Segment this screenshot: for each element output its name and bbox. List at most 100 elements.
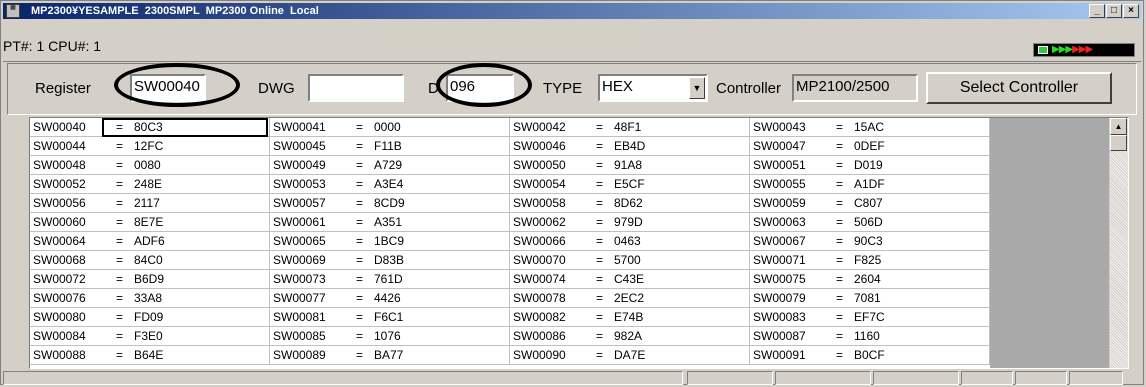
register-value[interactable]: 48F1	[614, 118, 641, 136]
register-value[interactable]: 506D	[854, 213, 883, 231]
register-value[interactable]: 982A	[614, 327, 642, 345]
register-cell[interactable]: SW00058 = 8D62	[510, 194, 750, 213]
register-cell[interactable]: SW00052 = 248E	[30, 175, 270, 194]
register-value[interactable]: 8CD9	[374, 194, 405, 212]
register-cell[interactable]: SW00077 = 4426	[270, 289, 510, 308]
register-value[interactable]: B64E	[134, 346, 163, 364]
chevron-down-icon[interactable]: ▼	[689, 77, 705, 99]
register-cell[interactable]: SW00082 = E74B	[510, 308, 750, 327]
register-value[interactable]: C43E	[614, 270, 644, 288]
register-value[interactable]: 84C0	[134, 251, 163, 269]
register-value[interactable]: A729	[374, 156, 402, 174]
register-cell[interactable]: SW00062 = 979D	[510, 213, 750, 232]
register-cell[interactable]: SW00050 = 91A8	[510, 156, 750, 175]
register-value[interactable]: 5700	[614, 251, 641, 269]
title-bar[interactable]: ▦ MP2300¥YESAMPLE 2300SMPL MP2300 Online…	[3, 3, 1141, 19]
register-value[interactable]: FD09	[134, 308, 163, 326]
register-value[interactable]: F825	[854, 251, 881, 269]
register-cell[interactable]: SW00087 = 1160	[750, 327, 990, 346]
register-cell[interactable]: SW00049 = A729	[270, 156, 510, 175]
register-cell[interactable]: SW00044 = 12FC	[30, 137, 270, 156]
register-cell[interactable]: SW00075 = 2604	[750, 270, 990, 289]
register-cell[interactable]: SW00046 = EB4D	[510, 137, 750, 156]
maximize-button[interactable]: □	[1106, 4, 1122, 18]
register-cell[interactable]: SW00043 = 15AC	[750, 118, 990, 137]
register-value[interactable]: 1160	[854, 327, 880, 345]
register-value[interactable]: 979D	[614, 213, 643, 231]
register-value[interactable]: 4426	[374, 289, 401, 307]
close-button[interactable]: ×	[1123, 4, 1139, 18]
register-value[interactable]: 91A8	[614, 156, 642, 174]
register-value[interactable]: 0DEF	[854, 137, 885, 155]
register-cell[interactable]: SW00070 = 5700	[510, 251, 750, 270]
register-cell[interactable]: SW00063 = 506D	[750, 213, 990, 232]
register-cell[interactable]: SW00088 = B64E	[30, 346, 270, 365]
register-cell[interactable]: SW00065 = 1BC9	[270, 232, 510, 251]
register-cell[interactable]: SW00048 = 0080	[30, 156, 270, 175]
register-value[interactable]: 8D62	[614, 194, 643, 212]
register-cell[interactable]: SW00045 = F11B	[270, 137, 510, 156]
register-value[interactable]: 1BC9	[374, 232, 404, 250]
register-cell[interactable]: SW00066 = 0463	[510, 232, 750, 251]
register-cell[interactable]: SW00074 = C43E	[510, 270, 750, 289]
register-cell[interactable]: SW00090 = DA7E	[510, 346, 750, 365]
register-value[interactable]: 15AC	[854, 118, 884, 136]
register-value[interactable]: C807	[854, 194, 883, 212]
minimize-button[interactable]: _	[1089, 4, 1105, 18]
register-value[interactable]: B0CF	[854, 346, 885, 364]
register-value[interactable]: A351	[374, 213, 402, 231]
register-cell[interactable]: SW00073 = 761D	[270, 270, 510, 289]
register-cell[interactable]: SW00068 = 84C0	[30, 251, 270, 270]
register-cell[interactable]: SW00053 = A3E4	[270, 175, 510, 194]
register-value[interactable]: 2604	[854, 270, 881, 288]
register-value[interactable]: 248E	[134, 175, 162, 193]
register-cell[interactable]: SW00079 = 7081	[750, 289, 990, 308]
register-cell[interactable]: SW00072 = B6D9	[30, 270, 270, 289]
register-value[interactable]: 12FC	[134, 137, 163, 155]
register-value[interactable]: 0000	[374, 118, 401, 136]
register-cell[interactable]: SW00083 = EF7C	[750, 308, 990, 327]
type-select[interactable]: HEX ▼	[598, 74, 708, 102]
register-value[interactable]: 7081	[854, 289, 881, 307]
register-cell[interactable]: SW00055 = A1DF	[750, 175, 990, 194]
register-cell[interactable]: SW00051 = D019	[750, 156, 990, 175]
register-value[interactable]: A1DF	[854, 175, 885, 193]
register-cell[interactable]: SW00042 = 48F1	[510, 118, 750, 137]
register-cell[interactable]: SW00056 = 2117	[30, 194, 270, 213]
register-cell[interactable]: SW00080 = FD09	[30, 308, 270, 327]
register-cell[interactable]: SW00057 = 8CD9	[270, 194, 510, 213]
register-cell[interactable]: SW00054 = E5CF	[510, 175, 750, 194]
register-cell[interactable]: SW00091 = B0CF	[750, 346, 990, 365]
register-cell[interactable]: SW00060 = 8E7E	[30, 213, 270, 232]
scroll-up-icon[interactable]: ▲	[1110, 118, 1127, 135]
register-value[interactable]: EF7C	[854, 308, 885, 326]
register-value[interactable]: A3E4	[374, 175, 403, 193]
register-value[interactable]: 761D	[374, 270, 403, 288]
register-value[interactable]: 0080	[134, 156, 161, 174]
register-value[interactable]: D019	[854, 156, 883, 174]
register-value[interactable]: E5CF	[614, 175, 645, 193]
register-value[interactable]: E74B	[614, 308, 643, 326]
register-cell[interactable]: SW00086 = 982A	[510, 327, 750, 346]
dwg-input[interactable]	[308, 74, 404, 102]
register-value[interactable]: 90C3	[854, 232, 883, 250]
register-cell[interactable]: SW00085 = 1076	[270, 327, 510, 346]
register-cell[interactable]: SW00071 = F825	[750, 251, 990, 270]
register-value[interactable]: B6D9	[134, 270, 164, 288]
register-value[interactable]: 33A8	[134, 289, 162, 307]
register-value[interactable]: D83B	[374, 251, 404, 269]
app-logo-icon[interactable]: ▦	[6, 4, 20, 18]
register-cell[interactable]: SW00064 = ADF6	[30, 232, 270, 251]
register-cell[interactable]: SW00067 = 90C3	[750, 232, 990, 251]
register-cell[interactable]: SW00084 = F3E0	[30, 327, 270, 346]
select-controller-button[interactable]: Select Controller	[926, 72, 1112, 104]
register-value[interactable]: BA77	[374, 346, 403, 364]
register-value[interactable]: F11B	[374, 137, 402, 155]
scroll-thumb[interactable]	[1110, 135, 1127, 151]
register-cell[interactable]: SW00076 = 33A8	[30, 289, 270, 308]
register-value[interactable]: 0463	[614, 232, 641, 250]
register-value[interactable]: 2117	[134, 194, 160, 212]
register-cell[interactable]: SW00089 = BA77	[270, 346, 510, 365]
register-value[interactable]: F3E0	[134, 327, 163, 345]
register-cell[interactable]: SW00047 = 0DEF	[750, 137, 990, 156]
